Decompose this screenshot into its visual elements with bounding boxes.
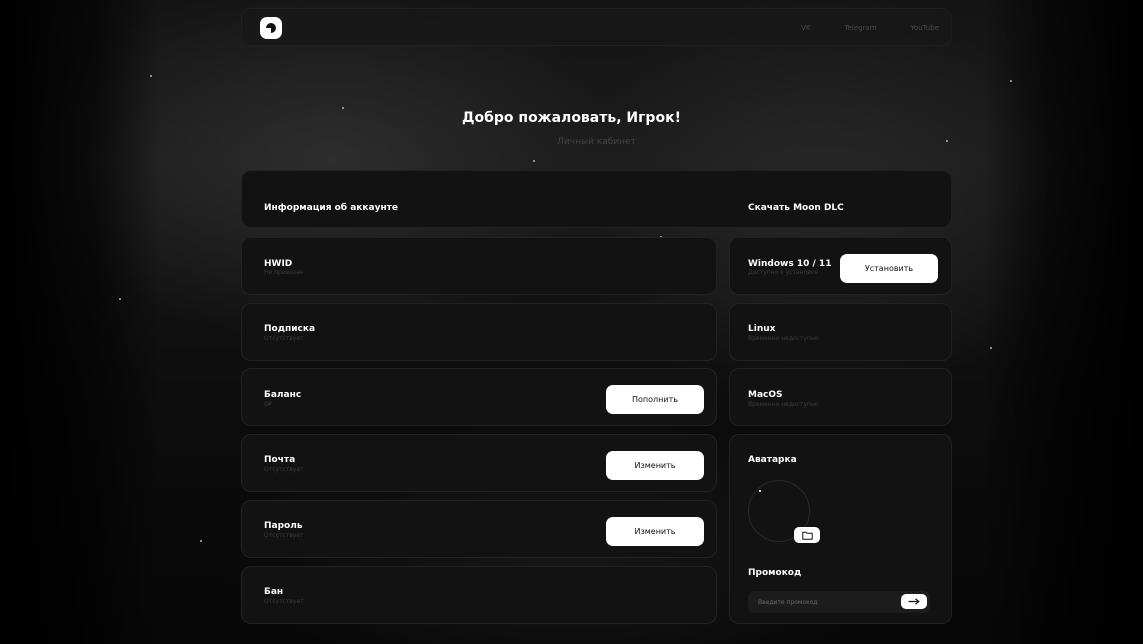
page-title: Добро пожаловать, Игрок!: [462, 110, 681, 126]
account-item-email: Почта Отсутствует Изменить: [241, 434, 717, 492]
avatar-title: Аватарка: [748, 455, 797, 465]
change-email-button[interactable]: Изменить: [606, 451, 704, 480]
item-title: Windows 10 / 11: [748, 259, 832, 269]
promo-field: [748, 591, 930, 613]
nav-link-telegram[interactable]: Telegram: [844, 24, 876, 32]
item-status: Отсутствует: [264, 598, 304, 605]
account-item-subscription: Подписка Отсутствует: [241, 303, 717, 361]
item-title: HWID: [264, 259, 293, 269]
item-status: Отсутствует: [264, 466, 304, 473]
avatar-promo-card: Аватарка Промокод: [729, 434, 952, 624]
nav-link-youtube[interactable]: YouTube: [911, 24, 939, 32]
item-status: Не привязан: [264, 269, 304, 276]
account-item-hwid: HWID Не привязан: [241, 237, 717, 295]
item-title: Почта: [264, 455, 296, 465]
item-title: Linux: [748, 324, 776, 334]
item-title: MacOS: [748, 390, 783, 400]
account-item-ban: Бан Отсутствует: [241, 566, 717, 624]
background-vignette-left: [0, 0, 160, 644]
download-item-windows: Windows 10 / 11 Доступно к установке Уст…: [729, 237, 952, 295]
download-section-title: Скачать Moon DLC: [748, 203, 844, 213]
background-vignette-right: [983, 0, 1143, 644]
top-up-button[interactable]: Пополнить: [606, 385, 704, 414]
item-status: Временно недоступно: [748, 401, 819, 408]
item-status: Отсутствует: [264, 532, 304, 539]
promo-title: Промокод: [748, 568, 802, 578]
section-header-card: Информация об аккаунте Скачать Moon DLC: [241, 170, 952, 228]
promo-input[interactable]: [748, 591, 896, 613]
item-title: Баланс: [264, 390, 302, 400]
moon-logo-icon[interactable]: [260, 17, 282, 39]
promo-submit-button[interactable]: [901, 594, 927, 609]
change-password-button[interactable]: Изменить: [606, 517, 704, 546]
social-links: VK Telegram YouTube: [767, 9, 939, 47]
install-button[interactable]: Установить: [840, 254, 938, 283]
download-item-macos: MacOS Временно недоступно: [729, 368, 952, 426]
item-status: Временно недоступно: [748, 335, 819, 342]
avatar-indicator: [759, 490, 761, 492]
folder-icon: [801, 531, 813, 540]
account-item-balance: Баланс 0₽ Пополнить: [241, 368, 717, 426]
nav-link-vk[interactable]: VK: [801, 24, 810, 32]
download-item-linux: Linux Временно недоступно: [729, 303, 952, 361]
item-title: Подписка: [264, 324, 316, 334]
item-title: Пароль: [264, 521, 303, 531]
top-navbar: VK Telegram YouTube: [241, 8, 952, 46]
item-status: Отсутствует: [264, 335, 304, 342]
page-subtitle: Личный кабинет: [557, 137, 636, 147]
item-title: Бан: [264, 587, 284, 597]
account-section-title: Информация об аккаунте: [264, 203, 398, 213]
account-item-password: Пароль Отсутствует Изменить: [241, 500, 717, 558]
upload-avatar-button[interactable]: [794, 527, 820, 543]
item-status: Доступно к установке: [748, 269, 819, 276]
item-status: 0₽: [264, 401, 272, 408]
arrow-right-icon: [908, 598, 920, 605]
